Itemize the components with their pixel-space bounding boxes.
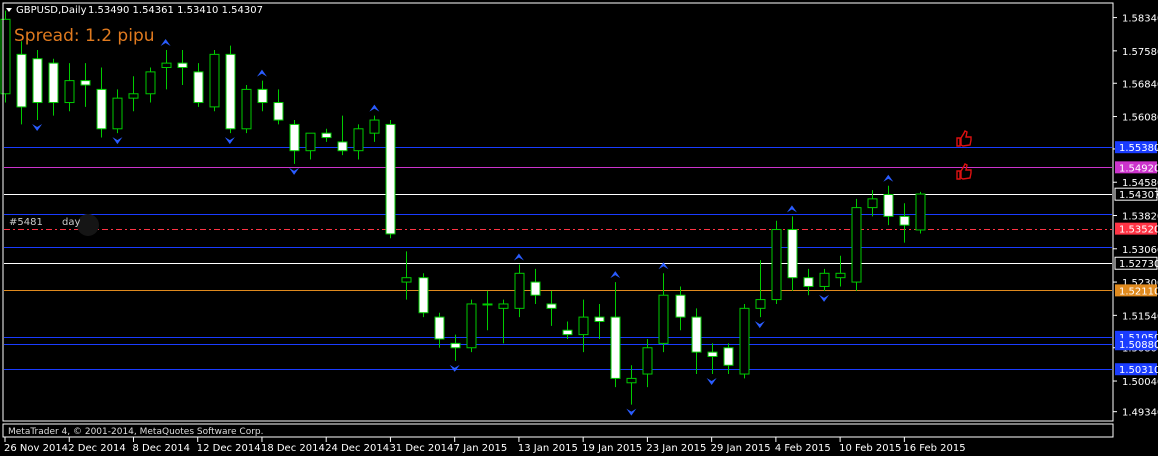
candle-body bbox=[289, 123, 300, 152]
candle-body bbox=[755, 299, 766, 309]
level-price-tag-text: 1.54307 bbox=[1119, 190, 1158, 201]
level-price-tag-text: 1.53520 bbox=[1119, 225, 1158, 236]
candle-body bbox=[803, 277, 814, 287]
candle-body bbox=[707, 351, 718, 358]
candle-body bbox=[482, 303, 493, 306]
candle-body bbox=[273, 102, 284, 121]
candle-body bbox=[899, 215, 910, 226]
candle-body bbox=[321, 132, 332, 139]
time-tick-label: 10 Feb 2015 bbox=[839, 443, 901, 454]
time-tick-label: 29 Jan 2015 bbox=[711, 443, 771, 454]
candle-body bbox=[883, 193, 894, 217]
price-tick-label: 1.50040 bbox=[1122, 377, 1158, 388]
time-tick-label: 18 Dec 2014 bbox=[261, 443, 325, 454]
price-tick-label: 1.57580 bbox=[1122, 47, 1158, 58]
price-tick-label: 1.56840 bbox=[1122, 79, 1158, 90]
candle-body bbox=[401, 277, 412, 283]
candle-body bbox=[305, 132, 316, 152]
time-tick-label: 7 Jan 2015 bbox=[454, 443, 508, 454]
time-tick-label: 23 Jan 2015 bbox=[646, 443, 706, 454]
candle-body bbox=[626, 377, 637, 384]
price-tick-label: 1.51540 bbox=[1122, 311, 1158, 322]
candle-body bbox=[385, 123, 396, 235]
time-tick-label: 16 Feb 2015 bbox=[903, 443, 965, 454]
time-tick-label: 24 Dec 2014 bbox=[325, 443, 389, 454]
candle-body bbox=[578, 316, 589, 336]
candle-body bbox=[48, 62, 59, 104]
candle-body bbox=[498, 303, 509, 309]
candle-body bbox=[369, 119, 380, 134]
symbol-label: GBPUSD,Daily bbox=[16, 5, 87, 16]
candle-body bbox=[771, 229, 782, 301]
candle-body bbox=[691, 316, 702, 353]
time-tick-label: 19 Jan 2015 bbox=[582, 443, 642, 454]
candle-body bbox=[193, 71, 204, 104]
level-label-id: #5481 bbox=[9, 217, 43, 228]
ohlc-values: 1.53490 1.54361 1.53410 1.54307 bbox=[88, 5, 263, 16]
candle-body bbox=[546, 303, 557, 309]
candle-body bbox=[257, 88, 268, 104]
price-tick-label: 1.49340 bbox=[1122, 408, 1158, 419]
level-price-tag-text: 1.50310 bbox=[1119, 365, 1158, 376]
candle-body bbox=[241, 88, 252, 130]
price-tick-label: 1.54580 bbox=[1122, 178, 1158, 189]
candle-body bbox=[353, 128, 364, 152]
candle-body bbox=[177, 62, 188, 68]
price-chart[interactable]: 1.583401.575801.568401.560801.553401.545… bbox=[0, 0, 1158, 456]
candle-body bbox=[514, 272, 525, 309]
candle-body bbox=[851, 207, 862, 283]
level-label-period: day bbox=[62, 217, 80, 228]
candle-body bbox=[337, 141, 348, 152]
spread-label: Spread: 1.2 pipu bbox=[14, 26, 155, 46]
time-tick-label: 31 Dec 2014 bbox=[389, 443, 453, 454]
candle-body bbox=[867, 198, 878, 209]
candle-body bbox=[225, 53, 236, 130]
candle-body bbox=[16, 53, 27, 108]
time-tick-label: 26 Nov 2014 bbox=[4, 443, 68, 454]
level-price-tag-text: 1.52730 bbox=[1119, 259, 1158, 270]
price-tick-label: 1.53060 bbox=[1122, 245, 1158, 256]
candle-body bbox=[96, 88, 107, 130]
candle-body bbox=[915, 193, 926, 231]
candle-body bbox=[128, 93, 139, 99]
candle-body bbox=[610, 316, 621, 379]
candle-body bbox=[209, 53, 220, 108]
time-tick-label: 12 Dec 2014 bbox=[197, 443, 261, 454]
candle-body bbox=[466, 303, 477, 349]
candle-body bbox=[723, 347, 734, 366]
footer-copyright: MetaTrader 4, © 2001-2014, MetaQuotes So… bbox=[8, 427, 264, 437]
price-tick-label: 1.53820 bbox=[1122, 212, 1158, 223]
candle-body bbox=[819, 272, 830, 287]
candle-body bbox=[450, 342, 461, 349]
chart-background bbox=[0, 0, 1158, 456]
candle-body bbox=[145, 71, 156, 95]
candle-body bbox=[835, 272, 846, 279]
candle-body bbox=[594, 316, 605, 322]
time-tick-label: 8 Dec 2014 bbox=[132, 443, 190, 454]
time-tick-label: 13 Jan 2015 bbox=[518, 443, 578, 454]
level-price-tag-text: 1.50880 bbox=[1119, 340, 1158, 351]
candle-body bbox=[112, 97, 123, 130]
candle-body bbox=[161, 62, 172, 68]
level-price-tag-text: 1.55380 bbox=[1119, 143, 1158, 154]
price-tick-label: 1.58340 bbox=[1122, 14, 1158, 25]
candle-body bbox=[739, 307, 750, 375]
candle-body bbox=[418, 277, 429, 314]
candle-body bbox=[434, 316, 445, 340]
level-price-tag-text: 1.54920 bbox=[1119, 163, 1158, 174]
candle-body bbox=[642, 347, 653, 375]
candle-body bbox=[80, 80, 91, 86]
candle-body bbox=[562, 329, 573, 336]
candle-body bbox=[32, 58, 43, 104]
candle-body bbox=[675, 294, 686, 318]
price-tick-label: 1.56080 bbox=[1122, 113, 1158, 124]
candle-body bbox=[658, 294, 669, 344]
candle-body bbox=[64, 80, 75, 104]
candle-body bbox=[530, 281, 541, 296]
time-tick-label: 2 Dec 2014 bbox=[68, 443, 126, 454]
candle-body bbox=[787, 229, 798, 279]
time-tick-label: 4 Feb 2015 bbox=[775, 443, 831, 454]
candle-body bbox=[0, 18, 11, 95]
level-price-tag-text: 1.52110 bbox=[1119, 286, 1158, 297]
